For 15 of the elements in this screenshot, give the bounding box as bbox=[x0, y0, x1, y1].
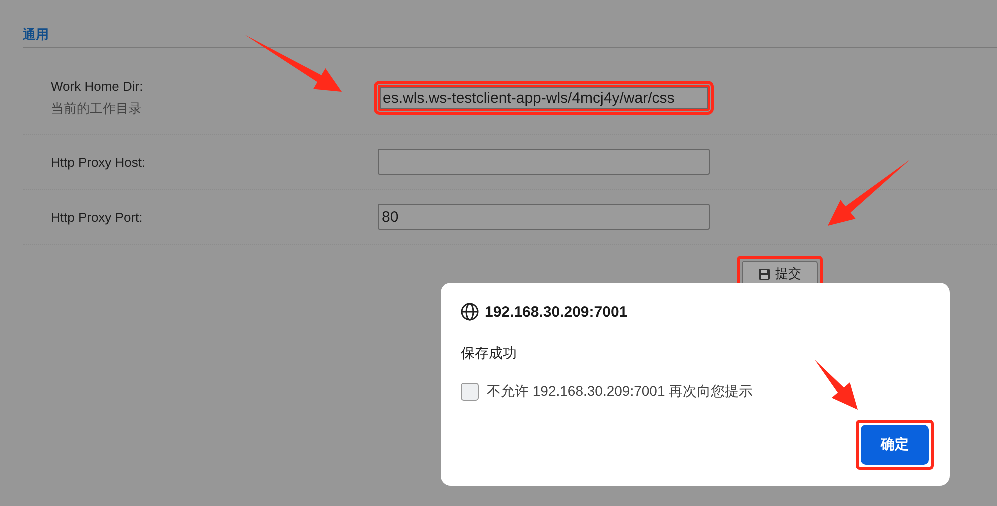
field-label: Http Proxy Host: bbox=[51, 154, 147, 170]
dialog-message: 保存成功 bbox=[461, 345, 518, 363]
section-title: 通用 bbox=[23, 27, 49, 42]
input-field[interactable] bbox=[378, 149, 710, 175]
globe-icon bbox=[461, 303, 479, 321]
checkbox[interactable] bbox=[461, 383, 479, 401]
annotation-arrow bbox=[815, 360, 858, 410]
field-label: Http Proxy Port: bbox=[51, 210, 144, 224]
input-field[interactable]: 80 bbox=[378, 204, 710, 230]
floppy-icon bbox=[758, 268, 770, 280]
ok-button[interactable]: 确定 bbox=[861, 425, 929, 465]
dialog-title: 192.168.30.209:7001 bbox=[485, 304, 628, 320]
checkbox-label: 不允许 192.168.30.209:7001 再次向您提示 bbox=[487, 383, 754, 401]
field-hint: 当前的工作目录 bbox=[51, 100, 143, 118]
field-label: Work Home Dir: bbox=[51, 78, 144, 94]
